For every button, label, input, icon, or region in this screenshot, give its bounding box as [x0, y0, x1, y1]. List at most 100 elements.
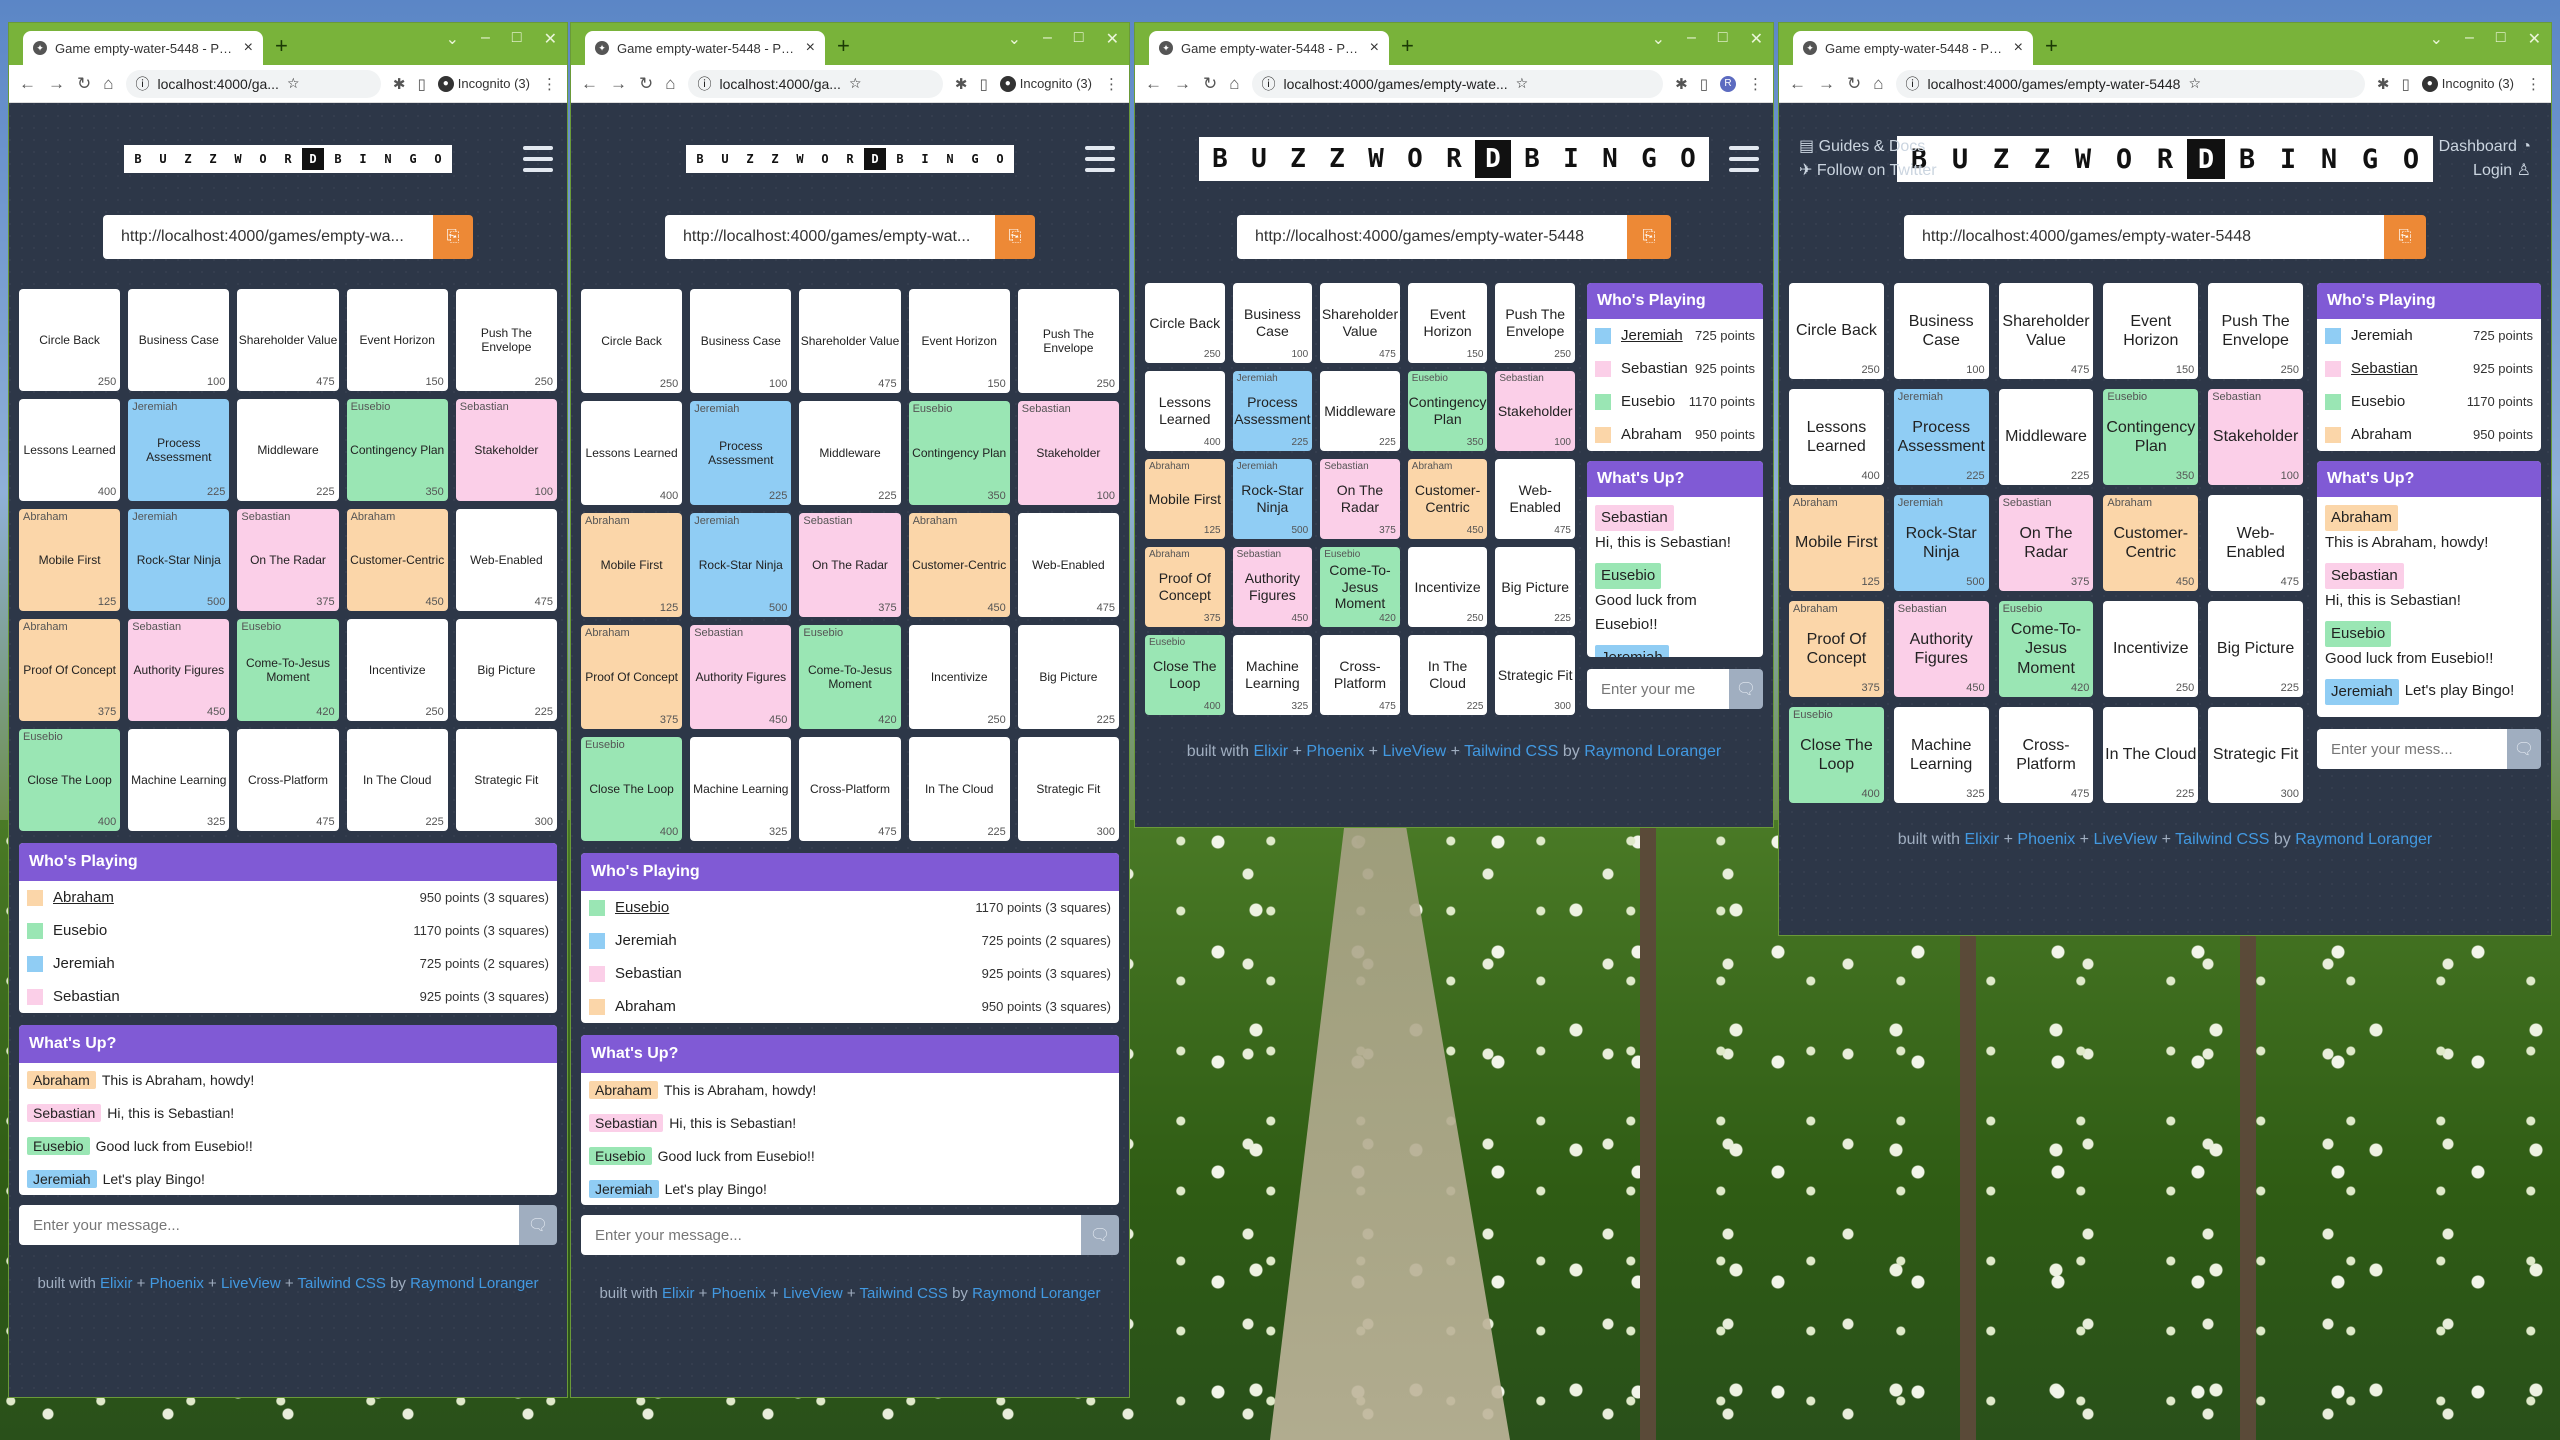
maximize-icon[interactable]: □ [512, 29, 522, 49]
game-url-field[interactable]: http://localhost:4000/games/empty-wat... [665, 215, 995, 259]
footer-tech-link[interactable]: LiveView [1382, 743, 1446, 760]
bingo-square[interactable]: Sebastian On The Radar 375 [237, 509, 339, 611]
close-window-icon[interactable]: ✕ [1750, 29, 1763, 49]
bingo-square[interactable]: Business Case 100 [690, 289, 792, 393]
buzzword-bingo-logo[interactable]: BUZZWORDBINGO [686, 145, 1014, 173]
bingo-square[interactable]: Push The Envelope 250 [2208, 283, 2303, 379]
bingo-square[interactable]: Machine Learning 325 [1232, 635, 1313, 715]
player-name[interactable]: Sebastian [2351, 360, 2473, 377]
back-icon[interactable]: ← [581, 74, 598, 94]
browser-menu-icon[interactable]: ⋮ [1104, 75, 1119, 93]
send-message-button[interactable]: 🗨 [1729, 669, 1763, 709]
bingo-square[interactable]: Jeremiah Rock-Star Ninja 500 [128, 509, 230, 611]
bingo-square[interactable]: Abraham Proof Of Concept 375 [581, 625, 683, 729]
footer-tech-link[interactable]: Tailwind CSS [298, 1275, 386, 1292]
browser-tab[interactable]: ✦ Game empty-water-5448 - Phoenix × [23, 31, 263, 65]
chevron-down-icon[interactable]: ⌄ [1652, 29, 1665, 49]
player-name[interactable]: Jeremiah [1621, 327, 1695, 344]
bingo-square[interactable]: Business Case 100 [128, 289, 230, 391]
home-icon[interactable]: ⌂ [1229, 74, 1239, 94]
copy-url-button[interactable]: ⎘ [1627, 215, 1671, 259]
forward-icon[interactable]: → [48, 74, 65, 94]
address-bar[interactable]: ⓘ localhost:4000/games/empty-wate... ☆ [1251, 69, 1664, 98]
bingo-square[interactable]: Web-Enabled 475 [1495, 459, 1575, 539]
profile-avatar[interactable]: R [1720, 75, 1736, 92]
bingo-square[interactable]: Incentivize 250 [346, 619, 448, 721]
send-message-button[interactable]: 🗨 [519, 1205, 557, 1245]
bingo-square[interactable]: In The Cloud 225 [346, 729, 448, 831]
bingo-square[interactable]: Event Horizon 150 [346, 289, 448, 391]
bingo-square[interactable]: Lessons Learned 400 [19, 399, 121, 501]
home-icon[interactable]: ⌂ [665, 74, 675, 94]
bingo-square[interactable]: Event Horizon 150 [2103, 283, 2199, 379]
new-tab-button[interactable]: + [837, 33, 850, 59]
bingo-square[interactable]: Sebastian On The Radar 375 [1320, 459, 1400, 539]
bingo-square[interactable]: Shareholder Value 475 [237, 289, 339, 391]
footer-author-link[interactable]: Raymond Loranger [2295, 831, 2432, 848]
bingo-square[interactable]: Lessons Learned 400 [1789, 389, 1884, 485]
footer-tech-link[interactable]: Elixir [100, 1275, 133, 1292]
bingo-square[interactable]: Incentivize 250 [2103, 601, 2199, 697]
new-tab-button[interactable]: + [275, 33, 288, 59]
login-link[interactable]: Login ♙ [2439, 159, 2531, 183]
home-icon[interactable]: ⌂ [1873, 74, 1883, 94]
bingo-square[interactable]: Web-Enabled 475 [1017, 513, 1119, 617]
footer-tech-link[interactable]: Tailwind CSS [860, 1285, 948, 1302]
site-info-icon[interactable]: ⓘ [698, 74, 712, 94]
player-name[interactable]: Eusebio [615, 899, 975, 916]
bingo-square[interactable]: Cross-Platform 475 [1320, 635, 1400, 715]
bingo-square[interactable]: Lessons Learned 400 [1145, 371, 1225, 451]
close-window-icon[interactable]: ✕ [544, 29, 557, 49]
reload-icon[interactable]: ↻ [77, 74, 91, 94]
bingo-square[interactable]: Abraham Customer-Centric 450 [1407, 459, 1488, 539]
back-icon[interactable]: ← [1789, 74, 1806, 94]
side-panel-icon[interactable]: ▯ [1700, 75, 1708, 93]
incognito-indicator[interactable]: ● Incognito (3) [437, 75, 530, 92]
bingo-square[interactable]: Abraham Mobile First 125 [19, 509, 121, 611]
footer-tech-link[interactable]: Tailwind CSS [2175, 831, 2269, 848]
bingo-square[interactable]: Event Horizon 150 [908, 289, 1010, 393]
side-panel-icon[interactable]: ▯ [417, 75, 425, 93]
bingo-square[interactable]: Cross-Platform 475 [237, 729, 339, 831]
bingo-square[interactable]: Abraham Customer-Centric 450 [346, 509, 448, 611]
bingo-square[interactable]: Middleware 225 [1320, 371, 1400, 451]
bingo-square[interactable]: Machine Learning 325 [1893, 707, 1989, 803]
bingo-square[interactable]: Strategic Fit 300 [1495, 635, 1575, 715]
site-info-icon[interactable]: ⓘ [136, 74, 150, 94]
message-input[interactable]: Enter your message... [581, 1215, 1081, 1255]
bingo-square[interactable]: Eusebio Come-To-Jesus Moment 420 [237, 619, 339, 721]
bingo-square[interactable]: Shareholder Value 475 [1998, 283, 2094, 379]
dashboard-link[interactable]: Dashboard ◔ [2439, 135, 2531, 159]
bingo-square[interactable]: Circle Back 250 [19, 289, 121, 391]
footer-tech-link[interactable]: Tailwind CSS [1464, 743, 1558, 760]
bingo-square[interactable]: Web-Enabled 475 [455, 509, 557, 611]
browser-menu-icon[interactable]: ⋮ [1748, 75, 1763, 93]
browser-menu-icon[interactable]: ⋮ [542, 75, 557, 93]
bingo-square[interactable]: Push The Envelope 250 [1495, 283, 1575, 363]
chat-scroll[interactable]: Abraham This is Abraham, howdy! Sebastian H… [2317, 497, 2541, 717]
player-name[interactable]: Abraham [53, 889, 420, 906]
chevron-down-icon[interactable]: ⌄ [2430, 29, 2443, 49]
close-window-icon[interactable]: ✕ [1106, 29, 1119, 49]
extensions-icon[interactable]: ✱ [955, 75, 968, 93]
bingo-square[interactable]: Sebastian On The Radar 375 [799, 513, 901, 617]
bingo-square[interactable]: Eusebio Contingency Plan 350 [2103, 389, 2199, 485]
bingo-square[interactable]: Shareholder Value 475 [799, 289, 901, 393]
bookmark-star-icon[interactable]: ☆ [1516, 75, 1529, 92]
bingo-square[interactable]: Jeremiah Rock-Star Ninja 500 [1232, 459, 1313, 539]
back-icon[interactable]: ← [1145, 74, 1162, 94]
footer-tech-link[interactable]: Phoenix [150, 1275, 204, 1292]
reload-icon[interactable]: ↻ [1847, 74, 1861, 94]
bingo-square[interactable]: Abraham Customer-Centric 450 [2103, 495, 2199, 591]
bingo-square[interactable]: Machine Learning 325 [690, 737, 792, 841]
footer-author-link[interactable]: Raymond Loranger [1584, 743, 1721, 760]
site-info-icon[interactable]: ⓘ [1262, 74, 1276, 94]
bingo-square[interactable]: Eusebio Close The Loop 400 [19, 729, 121, 831]
back-icon[interactable]: ← [19, 74, 36, 94]
bingo-square[interactable]: Middleware 225 [799, 401, 901, 505]
minimize-icon[interactable]: – [481, 29, 490, 49]
address-bar[interactable]: ⓘ localhost:4000/ga... ☆ [125, 69, 381, 98]
bingo-square[interactable]: Circle Back 250 [1145, 283, 1225, 363]
buzzword-bingo-logo[interactable]: BUZZWORDBINGO [1897, 136, 2433, 182]
bingo-square[interactable]: Jeremiah Rock-Star Ninja 500 [1893, 495, 1989, 591]
